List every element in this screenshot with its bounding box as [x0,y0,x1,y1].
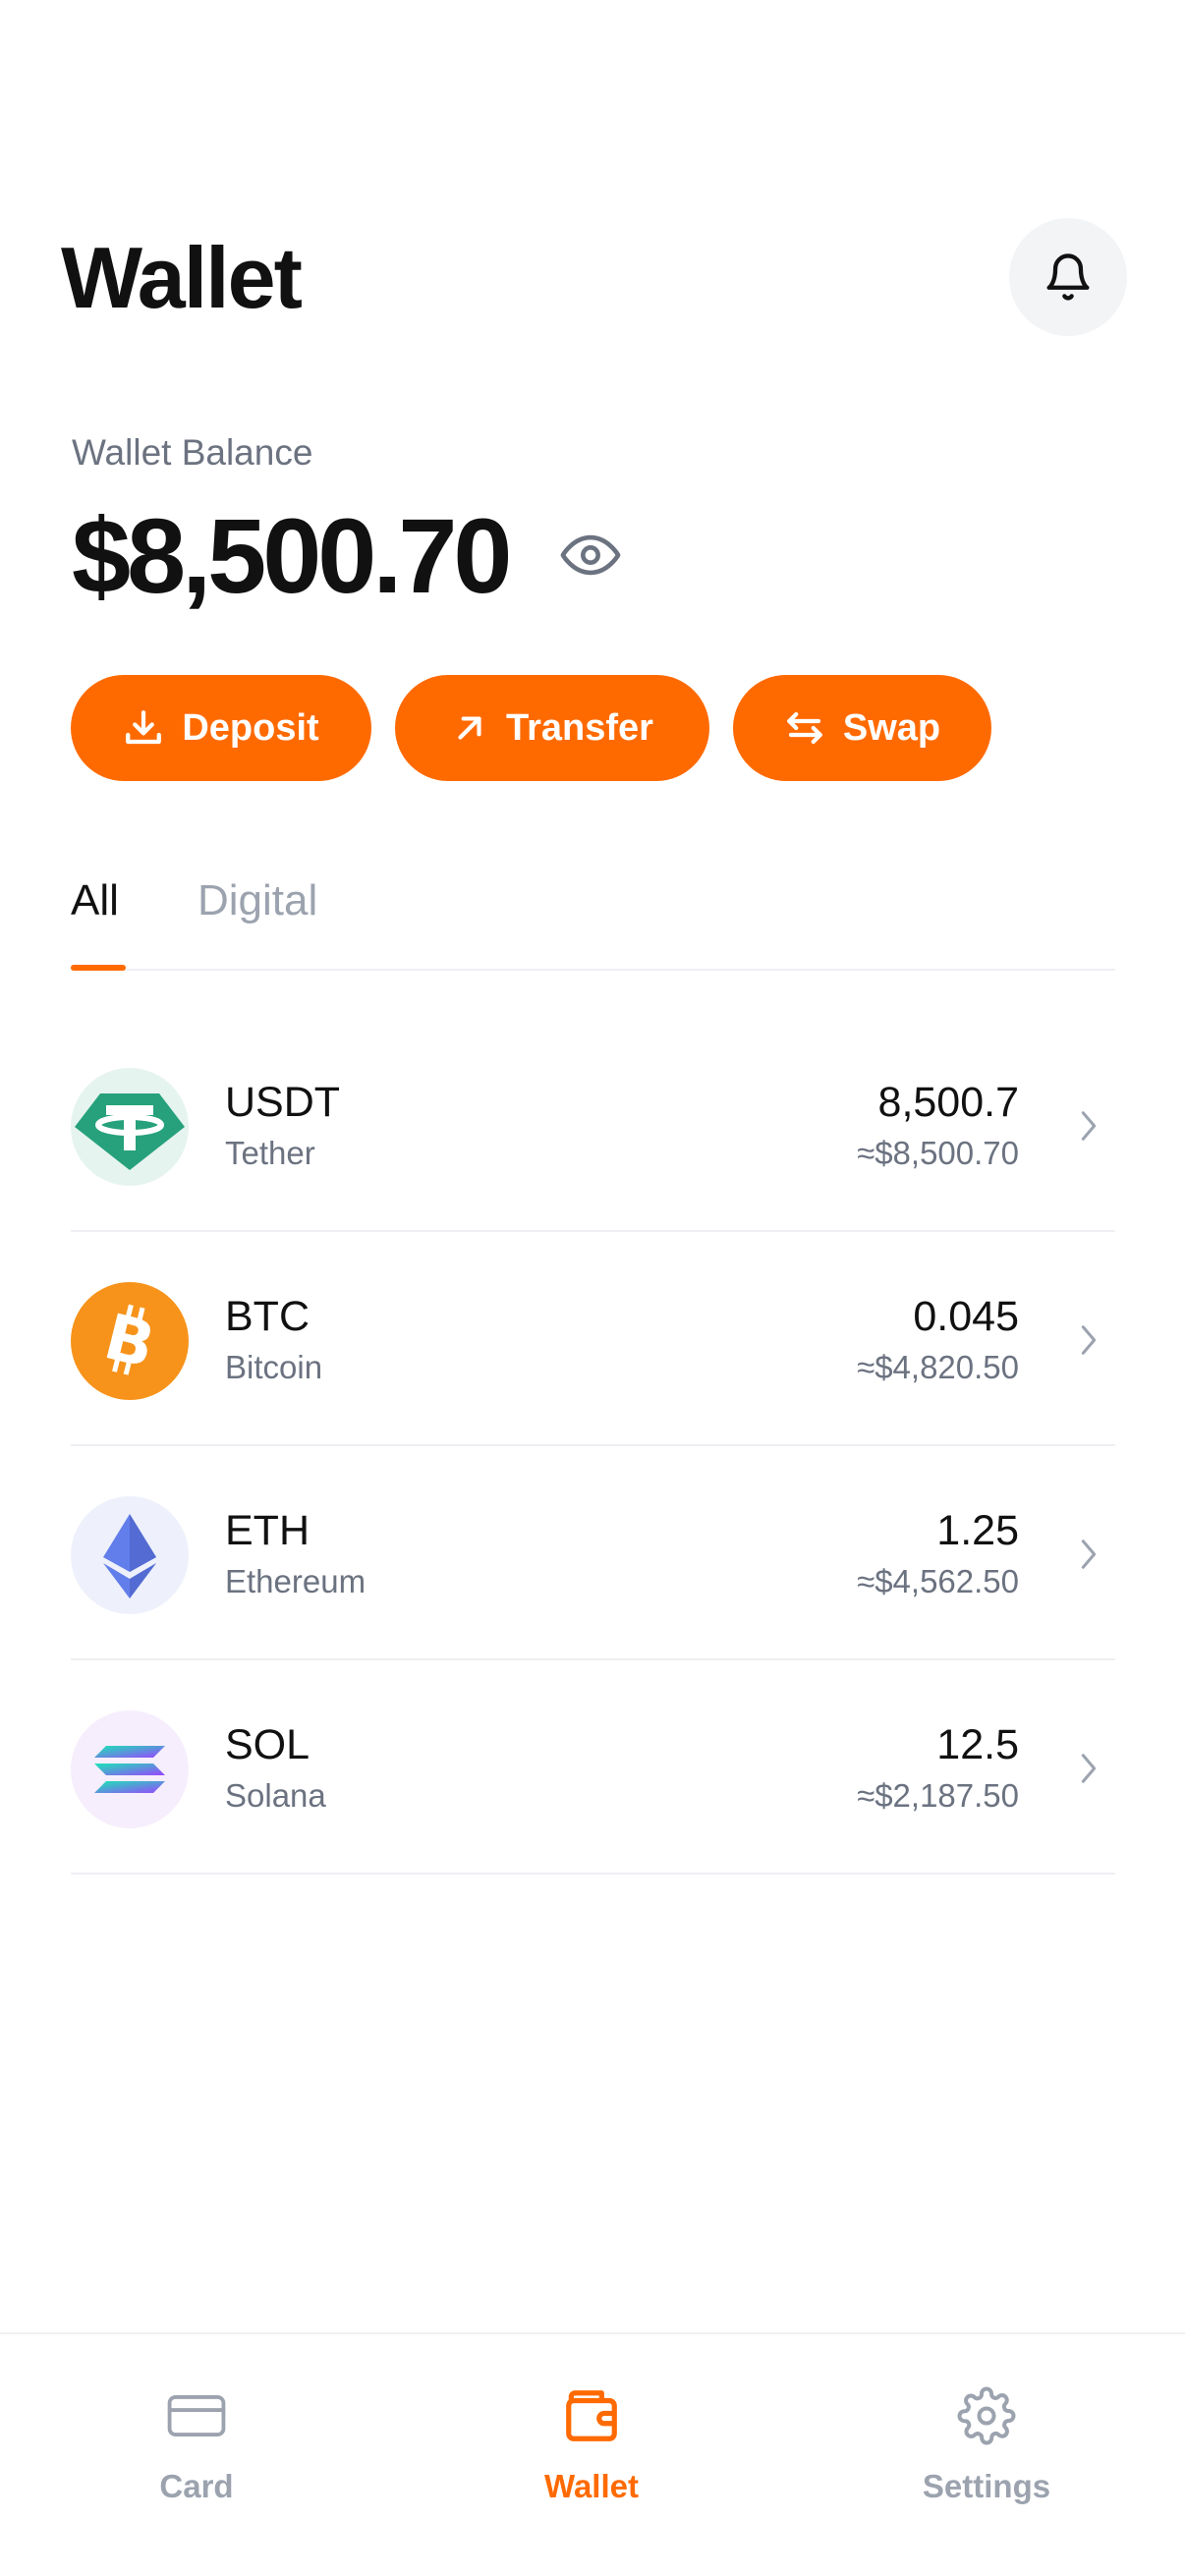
asset-amount: 8,500.7 [877,1079,1019,1126]
asset-amount: 1.25 [936,1507,1019,1554]
asset-row-eth[interactable]: ETH Ethereum 1.25 ≈$4,562.50 [71,1446,1115,1660]
asset-fiat-value: ≈$4,820.50 [857,1349,1019,1385]
asset-row-usdt[interactable]: USDT Tether 8,500.7 ≈$8,500.70 [71,1018,1115,1232]
nav-settings-label: Settings [922,2468,1051,2504]
balance-amount: $8,500.70 [72,495,512,615]
chevron-right-icon [1074,1535,1103,1574]
chevron-right-icon [1074,1749,1103,1788]
ethereum-logo-icon [71,1496,189,1614]
tab-all[interactable]: All [71,876,119,925]
asset-fiat-value: ≈$8,500.70 [857,1135,1019,1171]
nav-card-label: Card [159,2468,234,2504]
swap-label: Swap [842,706,941,749]
nav-card[interactable]: Card [98,2383,295,2521]
bitcoin-logo-icon: B [71,1282,189,1400]
asset-amount: 0.045 [913,1293,1019,1340]
deposit-button[interactable]: Deposit [71,675,371,781]
download-icon [123,707,164,749]
wallet-screen: Wallet Wallet Balance $8,500.70 Deposit … [0,0,1185,2576]
asset-name: Bitcoin [225,1349,323,1385]
asset-symbol: BTC [225,1293,310,1340]
tab-digital[interactable]: Digital [198,876,317,925]
chevron-right-icon [1074,1320,1103,1360]
transfer-label: Transfer [506,706,653,749]
active-tab-indicator [71,965,126,971]
eye-icon [561,534,621,576]
asset-list: USDT Tether 8,500.7 ≈$8,500.70 B BTC Bit… [71,1018,1115,1875]
header: Wallet [0,218,1185,336]
page-title: Wallet [61,229,303,326]
asset-name: Tether [225,1135,315,1171]
asset-symbol: SOL [225,1721,310,1768]
bottom-navigation: Card Wallet Settings [0,2332,1185,2576]
tether-logo-icon [71,1068,189,1186]
deposit-label: Deposit [182,706,319,749]
asset-name: Ethereum [225,1563,367,1599]
asset-tabs: All Digital [71,865,1115,971]
swap-arrows-icon [784,707,825,749]
asset-fiat-value: ≈$4,562.50 [857,1563,1019,1599]
asset-symbol: ETH [225,1507,310,1554]
nav-wallet[interactable]: Wallet [493,2383,690,2521]
swap-button[interactable]: Swap [733,675,991,781]
gear-icon [957,2383,1016,2448]
wallet-icon [561,2383,622,2448]
asset-amount: 12.5 [936,1721,1019,1768]
chevron-right-icon [1074,1106,1103,1146]
asset-symbol: USDT [225,1079,341,1126]
balance-label: Wallet Balance [72,432,313,473]
asset-name: Solana [225,1777,326,1814]
toggle-balance-visibility-button[interactable] [559,524,622,587]
asset-row-sol[interactable]: SOL Solana 12.5 ≈$2,187.50 [71,1660,1115,1875]
nav-settings[interactable]: Settings [888,2383,1085,2521]
arrow-up-right-icon [451,709,488,747]
asset-row-btc[interactable]: B BTC Bitcoin 0.045 ≈$4,820.50 [71,1232,1115,1446]
bell-icon [1046,253,1090,301]
action-buttons: Deposit Transfer Swap [71,675,991,781]
solana-logo-icon [71,1710,189,1828]
asset-fiat-value: ≈$2,187.50 [857,1777,1019,1814]
nav-wallet-label: Wallet [544,2468,639,2504]
card-icon [166,2383,227,2448]
notifications-button[interactable] [1009,218,1127,336]
transfer-button[interactable]: Transfer [395,675,709,781]
balance-row: $8,500.70 [72,491,622,619]
